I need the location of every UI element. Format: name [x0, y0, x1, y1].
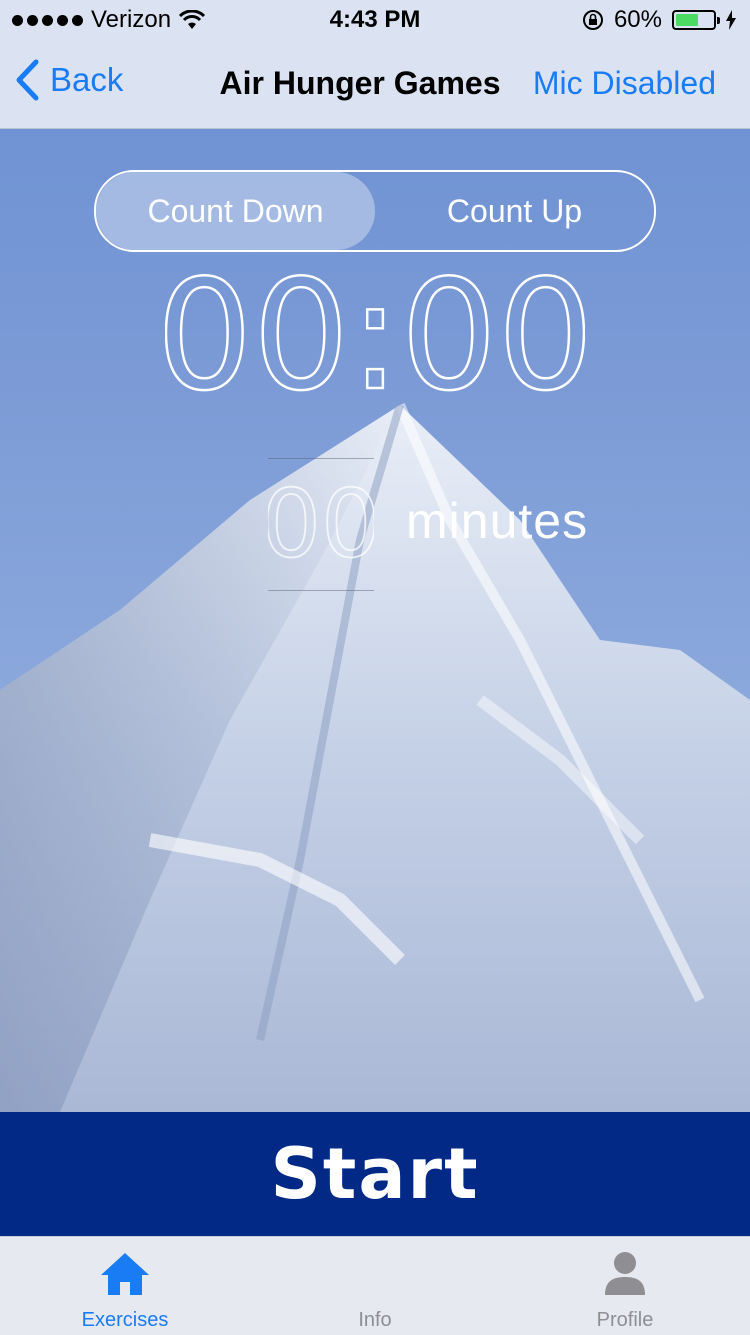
tab-exercises[interactable]: Exercises: [0, 1237, 250, 1335]
tab-profile[interactable]: Profile: [500, 1237, 750, 1335]
battery-icon: [672, 10, 720, 30]
start-button[interactable]: Start: [0, 1112, 750, 1236]
navigation-bar: Back Air Hunger Games Mic Disabled: [0, 40, 750, 129]
tab-profile-label: Profile: [596, 1309, 654, 1331]
home-icon: [101, 1253, 149, 1295]
timer-text: 00:00: [165, 262, 585, 402]
picker-top-divider: [268, 458, 374, 459]
minutes-picker-value: 00: [268, 470, 374, 570]
person-icon: [605, 1252, 645, 1295]
orientation-lock-icon: [582, 10, 603, 30]
count-mode-toggle: Count Down Count Up: [94, 170, 656, 252]
battery-percent: 60%: [613, 6, 662, 33]
tab-bar: Exercises Info Profile: [0, 1236, 750, 1335]
minutes-picker[interactable]: 00: [260, 469, 381, 580]
picker-bottom-divider: [268, 590, 374, 591]
minutes-unit-label: minutes: [406, 493, 589, 549]
count-down-segment[interactable]: Count Down: [96, 172, 375, 250]
tab-info[interactable]: Info: [250, 1237, 500, 1335]
count-up-segment[interactable]: Count Up: [375, 172, 654, 250]
tab-exercises-label: Exercises: [81, 1309, 169, 1331]
mountain-background: [0, 0, 750, 1112]
start-label: Start: [270, 1133, 480, 1215]
status-bar: Verizon 4:43 PM 60%: [0, 0, 750, 40]
charging-bolt-icon: [726, 10, 736, 30]
tab-info-label: Info: [358, 1309, 392, 1331]
timer-display: 00:00: [0, 262, 750, 402]
battery-fill: [676, 14, 698, 26]
mic-disabled-button[interactable]: Mic Disabled: [533, 65, 716, 102]
